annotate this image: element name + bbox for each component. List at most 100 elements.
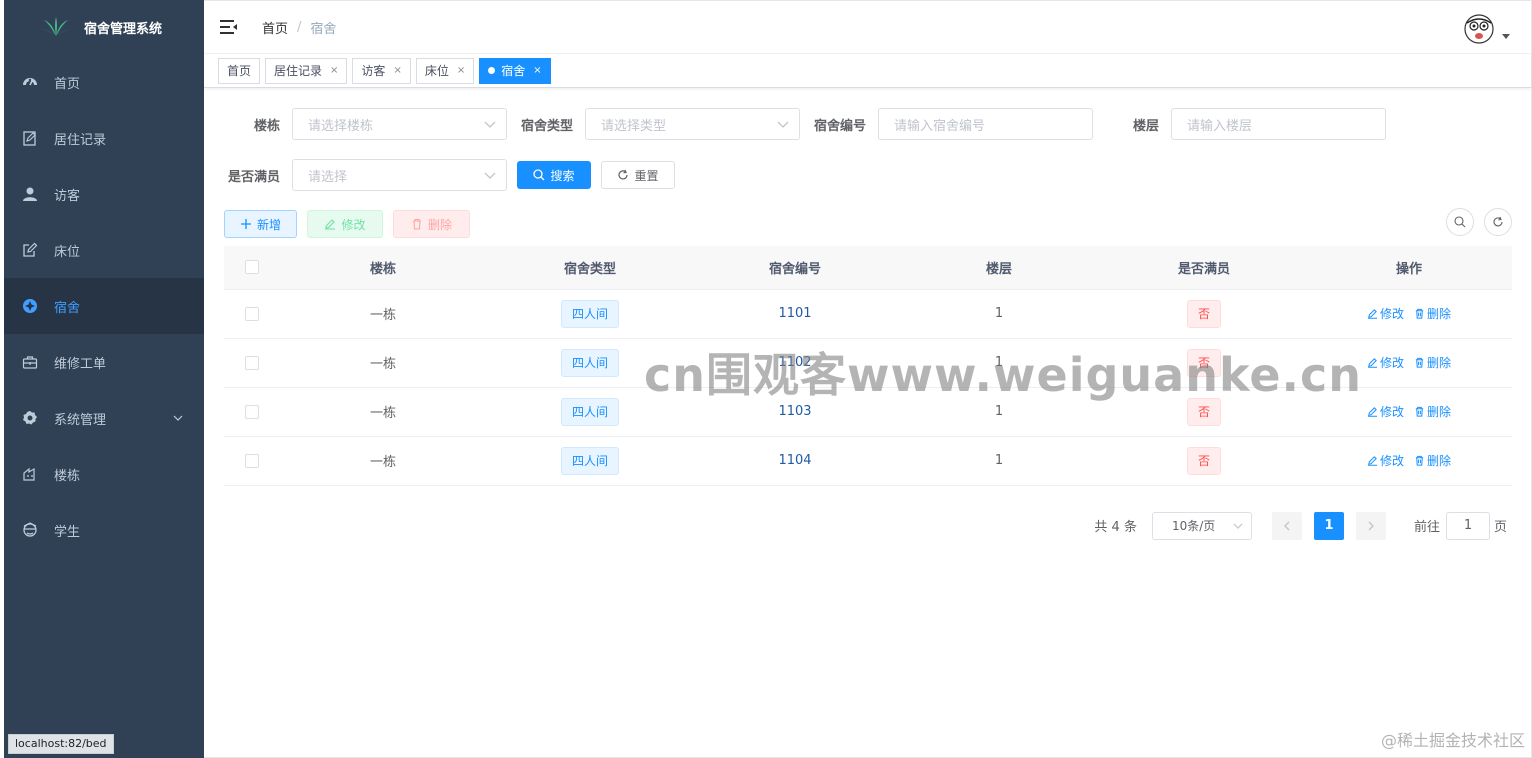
row-delete-link[interactable]: 删除 bbox=[1414, 403, 1451, 420]
type-tag: 四人间 bbox=[560, 397, 619, 426]
sidebar-item-1[interactable]: 居住记录 bbox=[4, 110, 204, 166]
sidebar-item-6[interactable]: 系统管理 bbox=[4, 390, 204, 446]
column-header: 宿舍类型 bbox=[486, 246, 694, 290]
search-button[interactable]: 搜索 bbox=[517, 161, 591, 189]
goto-input[interactable]: 1 bbox=[1445, 511, 1490, 540]
logo[interactable]: 宿舍管理系统 bbox=[4, 0, 204, 54]
refresh-button[interactable] bbox=[1484, 208, 1512, 236]
row-delete-link[interactable]: 删除 bbox=[1414, 354, 1451, 371]
edit-icon bbox=[22, 242, 38, 258]
row-delete-link[interactable]: 删除 bbox=[1414, 452, 1451, 469]
select-cell bbox=[224, 338, 280, 388]
row-checkbox[interactable] bbox=[245, 355, 259, 370]
row-checkbox[interactable] bbox=[245, 404, 259, 419]
type-tag: 四人间 bbox=[560, 446, 619, 475]
building-icon bbox=[22, 466, 38, 482]
chevron-down-icon bbox=[484, 121, 496, 128]
delete-button[interactable]: 删除 bbox=[393, 210, 470, 238]
navbar: 首页 / 宿舍 bbox=[204, 1, 1531, 54]
toolbox-icon bbox=[22, 354, 38, 370]
row-edit-link[interactable]: 修改 bbox=[1367, 403, 1404, 420]
sidebar-item-4[interactable]: 宿舍 bbox=[4, 278, 204, 334]
sidebar-item-2[interactable]: 访客 bbox=[4, 166, 204, 222]
page-size-select[interactable]: 10条/页 bbox=[1151, 511, 1252, 540]
actions-cell: 修改 删除 bbox=[1306, 289, 1512, 339]
type-select[interactable]: 请选择类型 bbox=[585, 108, 800, 140]
tag-0[interactable]: 首页 bbox=[218, 57, 261, 84]
tag-2[interactable]: 访客 × bbox=[352, 57, 411, 84]
student-icon bbox=[22, 522, 38, 538]
number-input[interactable]: 请输入宿舍编号 bbox=[878, 108, 1093, 140]
sidebar-item-label: 宿舍 bbox=[54, 300, 81, 316]
search-row-2: 是否满员 请选择 搜索 重置 bbox=[224, 159, 1511, 191]
sidebar-item-8[interactable]: 学生 bbox=[4, 502, 204, 558]
chevron-down-icon bbox=[1233, 523, 1243, 529]
pagination-total: 共 4 条 bbox=[1094, 520, 1137, 535]
edit-button[interactable]: 修改 bbox=[307, 210, 383, 238]
number-cell: 1104 bbox=[694, 436, 896, 486]
delete-button-label: 删除 bbox=[427, 217, 452, 232]
page-number-current[interactable]: 1 bbox=[1313, 511, 1344, 540]
floor-input[interactable]: 请输入楼层 bbox=[1171, 108, 1386, 140]
breadcrumb-home[interactable]: 首页 bbox=[262, 18, 288, 37]
type-label: 宿舍类型 bbox=[520, 118, 573, 134]
next-page-button[interactable] bbox=[1355, 511, 1386, 540]
tag-3[interactable]: 床位 × bbox=[415, 57, 475, 84]
prev-page-button[interactable] bbox=[1271, 511, 1302, 540]
user-icon bbox=[22, 186, 38, 202]
hamburger-icon[interactable] bbox=[220, 19, 238, 35]
row-delete-label: 删除 bbox=[1427, 453, 1452, 468]
row-edit-link[interactable]: 修改 bbox=[1367, 354, 1404, 371]
select-all-cell bbox=[224, 246, 280, 290]
add-button[interactable]: 新增 bbox=[224, 210, 297, 238]
search-icon bbox=[1454, 216, 1466, 228]
row-delete-link[interactable]: 删除 bbox=[1414, 305, 1451, 322]
app-title: 宿舍管理系统 bbox=[84, 21, 163, 37]
row-edit-link[interactable]: 修改 bbox=[1367, 452, 1404, 469]
full-label: 是否满员 bbox=[227, 169, 280, 185]
row-checkbox[interactable] bbox=[245, 453, 259, 468]
dorm-icon bbox=[22, 298, 38, 314]
main-area: 首页 / 宿舍 首页 居住记录 × 访客 × 床位 × 宿舍 × 楼栋 请选择楼… bbox=[204, 0, 1532, 758]
select-cell bbox=[224, 436, 280, 486]
search-row-1: 楼栋 请选择楼栋 宿舍类型 请选择类型 宿舍编号 请输入宿舍编号 楼层 请输入楼… bbox=[224, 108, 1511, 140]
close-icon[interactable]: × bbox=[330, 65, 338, 76]
tag-1[interactable]: 居住记录 × bbox=[265, 57, 348, 84]
sidebar-item-5[interactable]: 维修工单 bbox=[4, 334, 204, 390]
close-icon[interactable]: × bbox=[393, 65, 401, 76]
chevron-down-icon bbox=[173, 415, 183, 421]
tag-4[interactable]: 宿舍 × bbox=[479, 57, 551, 84]
sidebar-item-label: 床位 bbox=[54, 244, 81, 260]
sidebar-item-0[interactable]: 首页 bbox=[4, 54, 204, 110]
actions-cell: 修改 删除 bbox=[1306, 436, 1512, 486]
close-icon[interactable]: × bbox=[457, 65, 465, 76]
user-menu[interactable] bbox=[1463, 13, 1511, 45]
close-icon[interactable]: × bbox=[533, 65, 541, 76]
row-edit-link[interactable]: 修改 bbox=[1367, 305, 1404, 322]
caret-down-icon[interactable] bbox=[1501, 31, 1511, 41]
table-row[interactable]: 一栋 四人间 1101 1 否 修改 删除 bbox=[224, 289, 1512, 339]
reset-button[interactable]: 重置 bbox=[601, 161, 675, 189]
tag-label: 床位 bbox=[424, 64, 449, 78]
sidebar-item-7[interactable]: 楼栋 bbox=[4, 446, 204, 502]
full-status-tag: 否 bbox=[1186, 299, 1221, 328]
building-cell: 一栋 bbox=[280, 436, 486, 486]
page-jumper: 前往 1 页 bbox=[1414, 511, 1507, 540]
table-row[interactable]: 一栋 四人间 1104 1 否 修改 删除 bbox=[224, 436, 1512, 486]
toggle-search-button[interactable] bbox=[1446, 208, 1474, 236]
building-cell: 一栋 bbox=[280, 289, 486, 339]
edit-doc-icon bbox=[22, 130, 38, 146]
chevron-down-icon bbox=[484, 172, 496, 179]
row-checkbox[interactable] bbox=[245, 306, 259, 321]
chevron-right-icon bbox=[1368, 521, 1374, 530]
sidebar-item-label: 首页 bbox=[54, 76, 81, 92]
full-select[interactable]: 请选择 bbox=[292, 159, 507, 191]
breadcrumb-current: 宿舍 bbox=[310, 21, 337, 37]
sidebar-item-3[interactable]: 床位 bbox=[4, 222, 204, 278]
refresh-icon bbox=[618, 169, 629, 180]
building-select[interactable]: 请选择楼栋 bbox=[292, 108, 507, 140]
tag-label: 宿舍 bbox=[501, 64, 526, 78]
select-all-checkbox[interactable] bbox=[245, 260, 259, 275]
avatar[interactable] bbox=[1463, 13, 1495, 45]
row-delete-label: 删除 bbox=[1427, 355, 1452, 370]
